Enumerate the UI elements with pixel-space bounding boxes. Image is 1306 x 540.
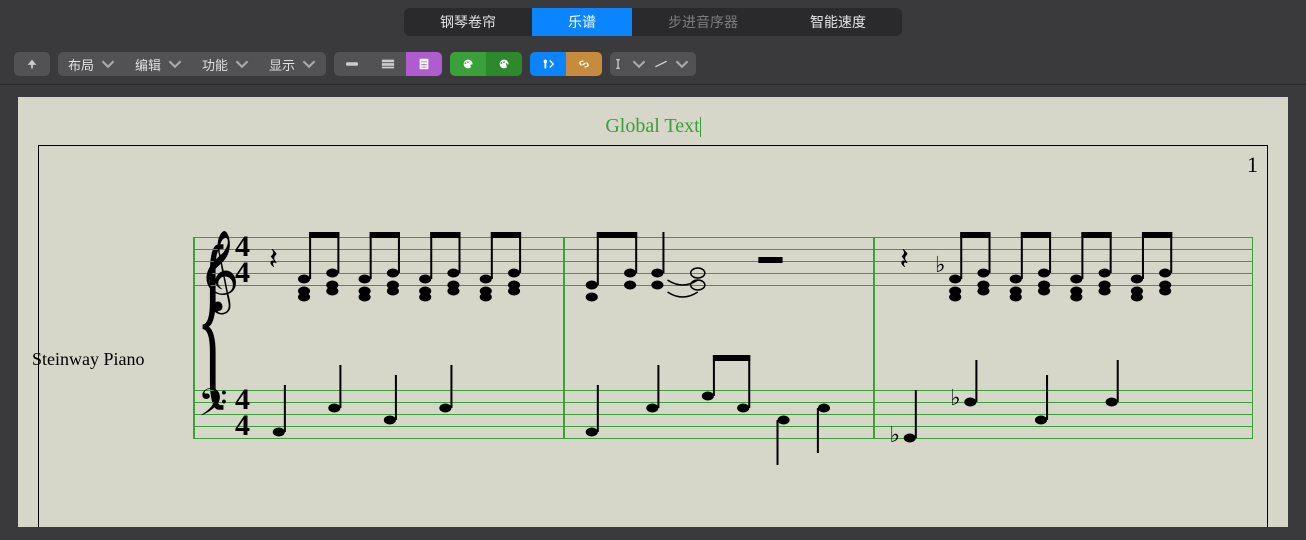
chevron-down-icon xyxy=(302,57,316,71)
svg-text:♭: ♭ xyxy=(935,252,945,277)
tab-step-sequencer[interactable]: 步进音序器 xyxy=(632,8,774,36)
score-toolbar: 布局 编辑 功能 显示 xyxy=(0,44,1306,85)
edit-menu[interactable]: 编辑 xyxy=(125,52,192,76)
color-palette-button[interactable] xyxy=(450,52,486,76)
page-view-icon xyxy=(417,57,431,71)
menu-group: 布局 编辑 功能 显示 xyxy=(58,52,326,76)
midi-in-icon xyxy=(541,57,555,71)
svg-text:𝄽: 𝄽 xyxy=(900,243,909,276)
layout-label: 布局 xyxy=(68,55,94,74)
view-tab-bar: 钢琴卷帘 乐谱 步进音序器 智能速度 xyxy=(0,0,1306,44)
page-view-button[interactable] xyxy=(406,52,442,76)
linear-view-icon xyxy=(345,57,359,71)
score-canvas[interactable]: Global Text 1 Steinway Piano { 𝄞 4 4 𝄢 xyxy=(18,97,1288,527)
link-button[interactable] xyxy=(566,52,602,76)
text-tool-button[interactable] xyxy=(610,52,646,76)
page-number: 1 xyxy=(1247,152,1258,178)
color-palette-2-button[interactable] xyxy=(486,52,522,76)
connection-group xyxy=(530,52,602,76)
chevron-down-icon xyxy=(675,57,689,71)
instrument-label: Steinway Piano xyxy=(32,349,145,370)
svg-text:𝄽: 𝄽 xyxy=(269,243,278,276)
layout-menu[interactable]: 布局 xyxy=(58,52,125,76)
tab-smart-tempo[interactable]: 智能速度 xyxy=(774,8,902,36)
linear-view-button[interactable] xyxy=(334,52,370,76)
midi-in-button[interactable] xyxy=(530,52,566,76)
tab-score[interactable]: 乐谱 xyxy=(532,8,632,36)
chevron-down-icon xyxy=(632,57,646,71)
chevron-down-icon xyxy=(168,57,182,71)
arrow-up-icon xyxy=(25,57,39,71)
svg-text:♭: ♭ xyxy=(890,422,900,447)
chevron-down-icon xyxy=(101,57,115,71)
tool-group xyxy=(610,52,696,76)
view-label: 显示 xyxy=(269,55,295,74)
view-menu[interactable]: 显示 xyxy=(259,52,326,76)
tab-segment: 钢琴卷帘 乐谱 步进音序器 智能速度 xyxy=(404,8,902,36)
line-tool-button[interactable] xyxy=(646,52,696,76)
music-notes: 𝄽 xyxy=(193,197,1253,477)
line-tool-icon xyxy=(654,57,668,71)
wrapped-view-button[interactable] xyxy=(370,52,406,76)
edit-label: 编辑 xyxy=(135,55,161,74)
chevron-down-icon xyxy=(235,57,249,71)
palette-2-icon xyxy=(497,57,511,71)
functions-label: 功能 xyxy=(202,55,228,74)
collapse-button[interactable] xyxy=(14,52,50,76)
color-group xyxy=(450,52,522,76)
tab-piano-roll[interactable]: 钢琴卷帘 xyxy=(404,8,532,36)
global-text-field[interactable]: Global Text xyxy=(18,115,1288,138)
link-icon xyxy=(577,57,591,71)
global-text-content: Global Text xyxy=(605,115,699,137)
text-cursor-icon xyxy=(611,57,625,71)
wrapped-view-icon xyxy=(381,57,395,71)
svg-text:♭: ♭ xyxy=(950,385,960,410)
view-mode-group xyxy=(334,52,442,76)
grand-staff: { 𝄞 4 4 𝄢 4 4 xyxy=(193,237,1253,438)
functions-menu[interactable]: 功能 xyxy=(192,52,259,76)
palette-icon xyxy=(461,57,475,71)
